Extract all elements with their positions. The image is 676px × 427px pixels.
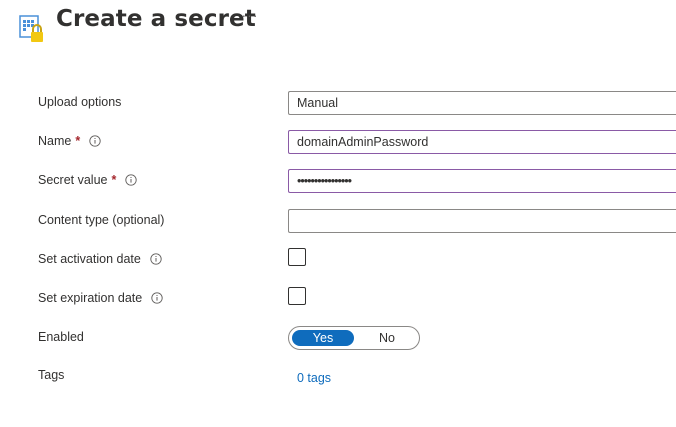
content-type-row: Content type (optional)	[0, 209, 676, 235]
page-title: Create a secret	[56, 6, 256, 32]
activation-date-label: Set activation date	[38, 252, 162, 266]
tags-label: Tags	[38, 368, 65, 382]
content-type-input[interactable]	[288, 209, 676, 233]
enabled-no-option[interactable]: No	[357, 330, 417, 346]
tags-link[interactable]: 0 tags	[297, 371, 331, 385]
expiration-date-checkbox[interactable]	[288, 287, 306, 305]
enabled-row: Enabled Yes No	[0, 326, 676, 352]
enabled-yes-option[interactable]: Yes	[292, 330, 354, 346]
name-input[interactable]: domainAdminPassword	[288, 130, 676, 154]
enabled-label: Enabled	[38, 330, 84, 344]
name-row: Name * domainAdminPassword	[0, 130, 676, 156]
expiration-date-row: Set expiration date	[0, 287, 676, 313]
name-label: Name *	[38, 134, 101, 148]
expiration-date-label: Set expiration date	[38, 291, 163, 305]
upload-options-label: Upload options	[38, 95, 122, 109]
upload-options-row: Upload options Manual	[0, 91, 676, 117]
info-icon[interactable]	[150, 253, 162, 265]
key-vault-secret-icon	[18, 14, 48, 44]
info-icon[interactable]	[89, 135, 101, 147]
required-mark: *	[111, 173, 117, 187]
info-icon[interactable]	[151, 292, 163, 304]
page-header: Create a secret ···	[0, 0, 676, 52]
secret-value-input[interactable]: ••••••••••••••••	[288, 169, 676, 193]
content-type-label: Content type (optional)	[38, 213, 165, 227]
more-options-button[interactable]: ···	[240, 8, 260, 28]
enabled-toggle[interactable]: Yes No	[288, 326, 420, 350]
activation-date-row: Set activation date	[0, 248, 676, 274]
secret-value-label: Secret value *	[38, 173, 138, 187]
secret-value-row: Secret value * ••••••••••••••••	[0, 169, 676, 195]
upload-options-select[interactable]: Manual	[288, 91, 676, 115]
required-mark: *	[75, 134, 81, 148]
tags-row: Tags 0 tags	[0, 366, 676, 392]
activation-date-checkbox[interactable]	[288, 248, 306, 266]
info-icon[interactable]	[125, 174, 138, 186]
